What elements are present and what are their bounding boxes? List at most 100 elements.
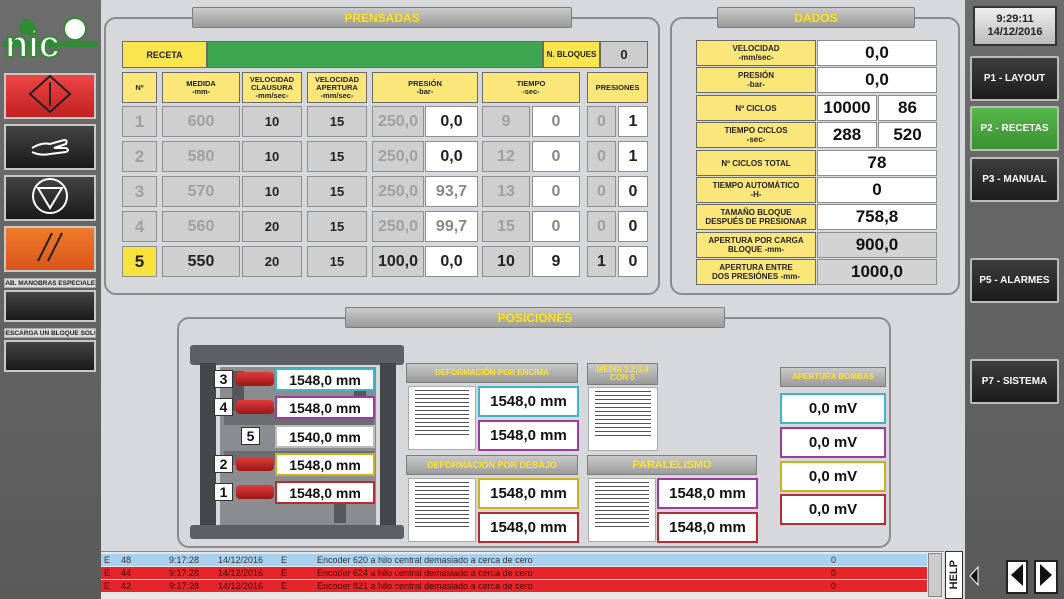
def-debajo-diagram (408, 478, 476, 542)
row-medida[interactable]: 580 (162, 141, 240, 172)
row-presiones-set[interactable]: 0 (587, 211, 616, 242)
row-medida[interactable]: 570 (162, 176, 240, 207)
alarm-id: 42 (121, 581, 132, 591)
bomba-value-4: 0,0 mV (780, 494, 886, 525)
row-presion-set[interactable]: 250,0 (372, 211, 424, 242)
dados-label: TIEMPO AUTOMÁTICO -H- (696, 177, 816, 203)
alarm-date: 14/12/2016 (218, 568, 264, 578)
cylinder-position: 1540,0 mm (275, 425, 375, 448)
alarm-time: 9:17:28 (169, 581, 200, 591)
row-presiones-actual: 0 (618, 246, 648, 277)
help-label: HELP (948, 560, 960, 590)
row-tiempo-actual: 9 (532, 246, 580, 277)
next-page-button[interactable] (1034, 560, 1058, 594)
left-sidebar: nic HAB. MANOBRAS ESPECIALES DESCARGA UN… (0, 0, 101, 599)
nav-p2-recetas[interactable]: P2 - RECETAS (970, 106, 1059, 151)
bomba-value-2: 0,0 mV (780, 427, 886, 458)
row-tiempo-set[interactable]: 9 (482, 106, 530, 137)
parallel-mode-button[interactable] (4, 226, 96, 272)
dados-value: 10000 (817, 95, 877, 121)
arrow-left-icon (1010, 563, 1024, 592)
row-vel-clausura[interactable]: 10 (242, 141, 302, 172)
bomba-value-3: 0,0 mV (780, 461, 886, 492)
row-tiempo-actual: 0 (532, 211, 580, 242)
row-vel-apertura[interactable]: 15 (307, 106, 367, 137)
row-presion-actual: 93,7 (425, 176, 478, 207)
receta-label: RECETA (122, 41, 207, 68)
def-debajo-title: DEFORMACIÓN POR DEBAJO (406, 455, 578, 475)
emergency-stop-button[interactable] (4, 73, 96, 119)
hand-icon (28, 130, 72, 165)
row-presion-set[interactable]: 250,0 (372, 141, 424, 172)
back-arrow-button[interactable] (967, 563, 981, 593)
row-tiempo-set[interactable]: 12 (482, 141, 530, 172)
row-vel-apertura[interactable]: 15 (307, 141, 367, 172)
row-presiones-actual: 1 (618, 106, 648, 137)
alarm-row[interactable]: E 42 9:17:28 14/12/2016 E Encoder 821 a hilo … (101, 580, 927, 592)
dados-title: DADOS (717, 7, 915, 28)
row-vel-clausura[interactable]: 20 (242, 246, 302, 277)
row-vel-apertura[interactable]: 15 (307, 211, 367, 242)
dados-value: 900,0 (817, 232, 937, 258)
def-encima-value-1: 1548,0 mm (478, 386, 579, 417)
paralelismo-value-1: 1548,0 mm (657, 478, 758, 509)
dados-label: PRESIÓN -bar- (696, 67, 816, 93)
row-presiones-set[interactable]: 1 (587, 246, 616, 277)
alarm-scrollbar[interactable] (928, 553, 942, 597)
bomba-value-1: 0,0 mV (780, 393, 886, 424)
dados-label: Nº CICLOS TOTAL (696, 150, 816, 176)
row-vel-clausura[interactable]: 20 (242, 211, 302, 242)
clock-date: 14/12/2016 (987, 26, 1043, 38)
dados-value-2: 86 (878, 95, 937, 121)
row-presion-set[interactable]: 100,0 (372, 246, 424, 277)
nav-p3-manual[interactable]: P3 - MANUAL (970, 157, 1059, 202)
row-vel-apertura[interactable]: 15 (307, 246, 367, 277)
special-maneuvers-button[interactable] (4, 290, 96, 322)
nav-p1-layout[interactable]: P1 - LAYOUT (970, 56, 1059, 101)
dados-value: 288 (817, 122, 877, 148)
row-vel-apertura[interactable]: 15 (307, 176, 367, 207)
arrow-right-icon (1039, 563, 1053, 592)
alarm-flag: E (104, 568, 111, 578)
row-medida[interactable]: 550 (162, 246, 240, 277)
row-presion-actual: 0,0 (425, 106, 478, 137)
row-presion-set[interactable]: 250,0 (372, 106, 424, 137)
dados-label: Nº CICLOS (696, 95, 816, 121)
nav-p7-sistema[interactable]: P7 - SISTEMA (970, 359, 1059, 404)
row-tiempo-set[interactable]: 15 (482, 211, 530, 242)
unload-block-button[interactable] (4, 340, 96, 372)
row-vel-clausura[interactable]: 10 (242, 106, 302, 137)
paralelismo-title: PARALELISMO (587, 455, 757, 475)
row-tiempo-set[interactable]: 13 (482, 176, 530, 207)
dados-label: APERTURA ENTRE DOS PRESIÓNES -mm- (696, 259, 816, 285)
row-number: 1 (122, 106, 157, 137)
triangle-stop-icon (30, 176, 70, 221)
alarm-row[interactable]: E 44 9:17:28 14/12/2016 E Encoder 624 a hilo … (101, 567, 927, 579)
dados-label: VELOCIDAD -mm/sec- (696, 40, 816, 66)
receta-name-field[interactable] (207, 41, 543, 68)
def-encima-value-2: 1548,0 mm (478, 420, 579, 451)
help-button[interactable]: HELP (945, 551, 963, 599)
row-presiones-set[interactable]: 0 (587, 106, 616, 137)
manual-hand-button[interactable] (4, 124, 96, 170)
row-vel-clausura[interactable]: 10 (242, 176, 302, 207)
cylinder-number: 2 (214, 455, 233, 473)
row-presion-set[interactable]: 250,0 (372, 176, 424, 207)
arrow-left-small-icon (969, 565, 979, 591)
row-presiones-actual: 1 (618, 141, 648, 172)
row-presiones-set[interactable]: 0 (587, 141, 616, 172)
alarm-text: Encoder 620 a hilo central demasiado a c… (317, 555, 533, 565)
row-presiones-set[interactable]: 0 (587, 176, 616, 207)
paralelismo-diagram (588, 478, 656, 542)
nav-p5-alarmes[interactable]: P5 - ALARMES (970, 258, 1059, 303)
alarm-row[interactable]: E 48 9:17:28 14/12/2016 E Encoder 620 a hilo … (101, 554, 927, 566)
row-medida[interactable]: 600 (162, 106, 240, 137)
stop-cycle-button[interactable] (4, 175, 96, 221)
row-number: 2 (122, 141, 157, 172)
row-tiempo-set[interactable]: 10 (482, 246, 530, 277)
clock-display: 9:29:11 14/12/2016 (973, 6, 1057, 46)
row-presion-actual: 0,0 (425, 141, 478, 172)
prev-page-button[interactable] (1006, 560, 1028, 594)
cylinder-number: 3 (214, 370, 233, 388)
row-medida[interactable]: 560 (162, 211, 240, 242)
